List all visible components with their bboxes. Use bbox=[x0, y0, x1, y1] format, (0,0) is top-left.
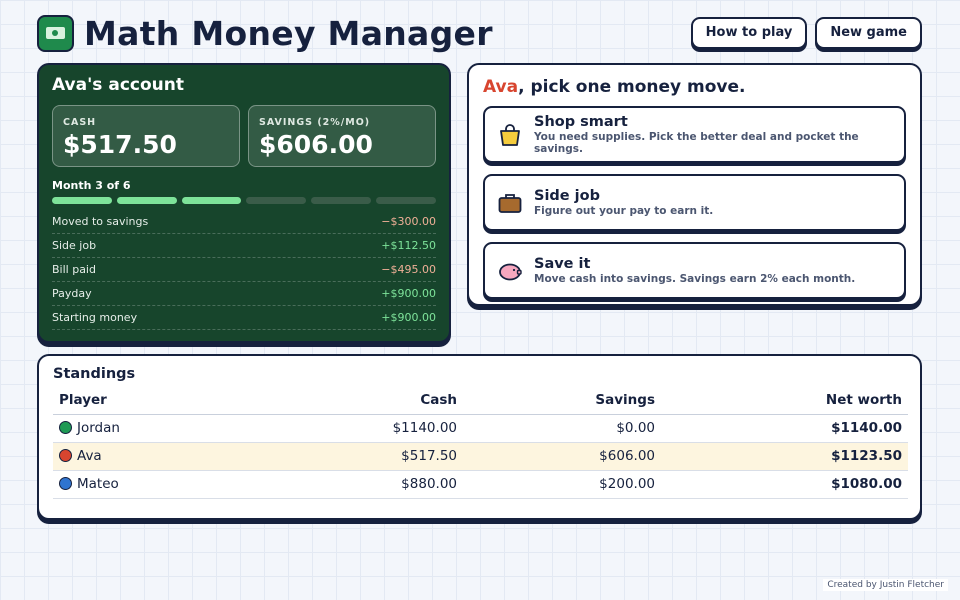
savings-cell: $0.00 bbox=[463, 414, 661, 443]
balance-row: CASH $517.50 SAVINGS (2%/MO) $606.00 bbox=[52, 105, 436, 167]
player-color-dot bbox=[59, 449, 72, 462]
table-row: Ava $517.50 $606.00 $1123.50 bbox=[53, 442, 908, 471]
header-buttons: How to play New game bbox=[690, 17, 922, 49]
player-color-dot bbox=[59, 477, 72, 490]
account-title: Ava's account bbox=[52, 75, 184, 95]
progress-segment bbox=[376, 197, 436, 204]
progress-segment bbox=[116, 197, 177, 204]
move-description: Figure out your pay to earn it. bbox=[534, 205, 714, 217]
standings-table: Player Cash Savings Net worth Jordan $11… bbox=[53, 386, 908, 499]
ledger: Moved to savings −$300.00 Side job +$112… bbox=[52, 210, 436, 330]
ledger-amount: −$300.00 bbox=[381, 215, 436, 228]
standings-title: Standings bbox=[53, 366, 136, 382]
net-worth-cell: $1080.00 bbox=[661, 470, 908, 499]
player-color-dot bbox=[59, 421, 72, 434]
briefcase-icon bbox=[498, 193, 522, 213]
piggy-bank-icon bbox=[499, 263, 522, 280]
savings-box: SAVINGS (2%/MO) $606.00 bbox=[248, 105, 436, 167]
move-prompt: Ava, pick one money move. bbox=[483, 77, 906, 97]
shop-smart-button[interactable]: Shop smart You need supplies. Pick the b… bbox=[483, 106, 906, 163]
player-name: Ava bbox=[77, 448, 102, 464]
ledger-row: Side job +$112.50 bbox=[52, 234, 436, 258]
net-worth-cell: $1140.00 bbox=[661, 414, 908, 443]
ledger-label: Side job bbox=[52, 239, 97, 252]
month-progress bbox=[52, 197, 436, 204]
col-cash: Cash bbox=[353, 386, 463, 415]
progress-segment bbox=[246, 197, 307, 204]
ledger-row: Bill paid −$495.00 bbox=[52, 258, 436, 282]
savings-cell: $200.00 bbox=[463, 470, 661, 499]
cash-value: $517.50 bbox=[63, 130, 177, 159]
app-title: Math Money Manager bbox=[84, 13, 493, 53]
standings-panel: Standings Player Cash Savings Net worth … bbox=[37, 354, 922, 520]
ledger-amount: −$495.00 bbox=[381, 263, 436, 276]
save-it-button[interactable]: Save it Move cash into savings. Savings … bbox=[483, 242, 906, 299]
net-worth-cell: $1123.50 bbox=[661, 442, 908, 471]
col-net-worth: Net worth bbox=[661, 386, 908, 415]
money-bill-icon bbox=[37, 14, 74, 52]
table-row: Jordan $1140.00 $0.00 $1140.00 bbox=[53, 414, 908, 443]
col-player: Player bbox=[53, 386, 353, 415]
savings-value: $606.00 bbox=[259, 130, 373, 159]
prompt-text: , pick one money move. bbox=[518, 77, 746, 97]
ledger-amount: +$900.00 bbox=[381, 311, 436, 324]
savings-cell: $606.00 bbox=[463, 442, 661, 471]
side-job-button[interactable]: Side job Figure out your pay to earn it. bbox=[483, 174, 906, 231]
player-cell: Mateo bbox=[53, 470, 353, 499]
shopping-bag-icon bbox=[500, 123, 520, 146]
account-panel: Ava's account CASH $517.50 SAVINGS (2%/M… bbox=[37, 63, 451, 343]
ledger-row: Payday +$900.00 bbox=[52, 282, 436, 306]
credit-text: Created by Justin Fletcher bbox=[823, 579, 948, 591]
table-row: Mateo $880.00 $200.00 $1080.00 bbox=[53, 470, 908, 499]
move-title: Shop smart bbox=[534, 114, 628, 130]
ledger-label: Payday bbox=[52, 287, 92, 300]
ledger-label: Starting money bbox=[52, 311, 138, 324]
cash-box: CASH $517.50 bbox=[52, 105, 240, 167]
move-description: You need supplies. Pick the better deal … bbox=[534, 131, 859, 155]
table-header-row: Player Cash Savings Net worth bbox=[53, 386, 908, 415]
move-title: Save it bbox=[534, 256, 591, 272]
ledger-label: Bill paid bbox=[52, 263, 96, 276]
player-name: Ava bbox=[483, 77, 519, 97]
moves-panel: Ava, pick one money move. Shop smart You… bbox=[467, 63, 922, 306]
new-game-button[interactable]: New game bbox=[815, 17, 922, 49]
ledger-row: Starting money +$900.00 bbox=[52, 306, 436, 330]
col-savings: Savings bbox=[463, 386, 661, 415]
header: Math Money Manager How to play New game bbox=[37, 12, 922, 54]
how-to-play-button[interactable]: How to play bbox=[690, 17, 808, 49]
progress-segment bbox=[181, 197, 242, 204]
savings-label: SAVINGS (2%/MO) bbox=[259, 117, 371, 128]
ledger-amount: +$112.50 bbox=[381, 239, 436, 252]
ledger-label: Moved to savings bbox=[52, 215, 149, 228]
progress-segment bbox=[311, 197, 372, 204]
cash-cell: $880.00 bbox=[353, 470, 463, 499]
player-cell: Jordan bbox=[53, 414, 353, 443]
progress-segment bbox=[52, 197, 112, 204]
month-label: Month 3 of 6 bbox=[52, 179, 131, 192]
player-cell: Ava bbox=[53, 442, 353, 471]
ledger-amount: +$900.00 bbox=[381, 287, 436, 300]
player-name: Mateo bbox=[77, 476, 119, 492]
player-name: Jordan bbox=[77, 420, 120, 436]
cash-cell: $517.50 bbox=[353, 442, 463, 471]
ledger-row: Moved to savings −$300.00 bbox=[52, 210, 436, 234]
cash-cell: $1140.00 bbox=[353, 414, 463, 443]
move-title: Side job bbox=[534, 188, 600, 204]
move-description: Move cash into savings. Savings earn 2% … bbox=[534, 273, 856, 285]
cash-label: CASH bbox=[63, 117, 97, 128]
